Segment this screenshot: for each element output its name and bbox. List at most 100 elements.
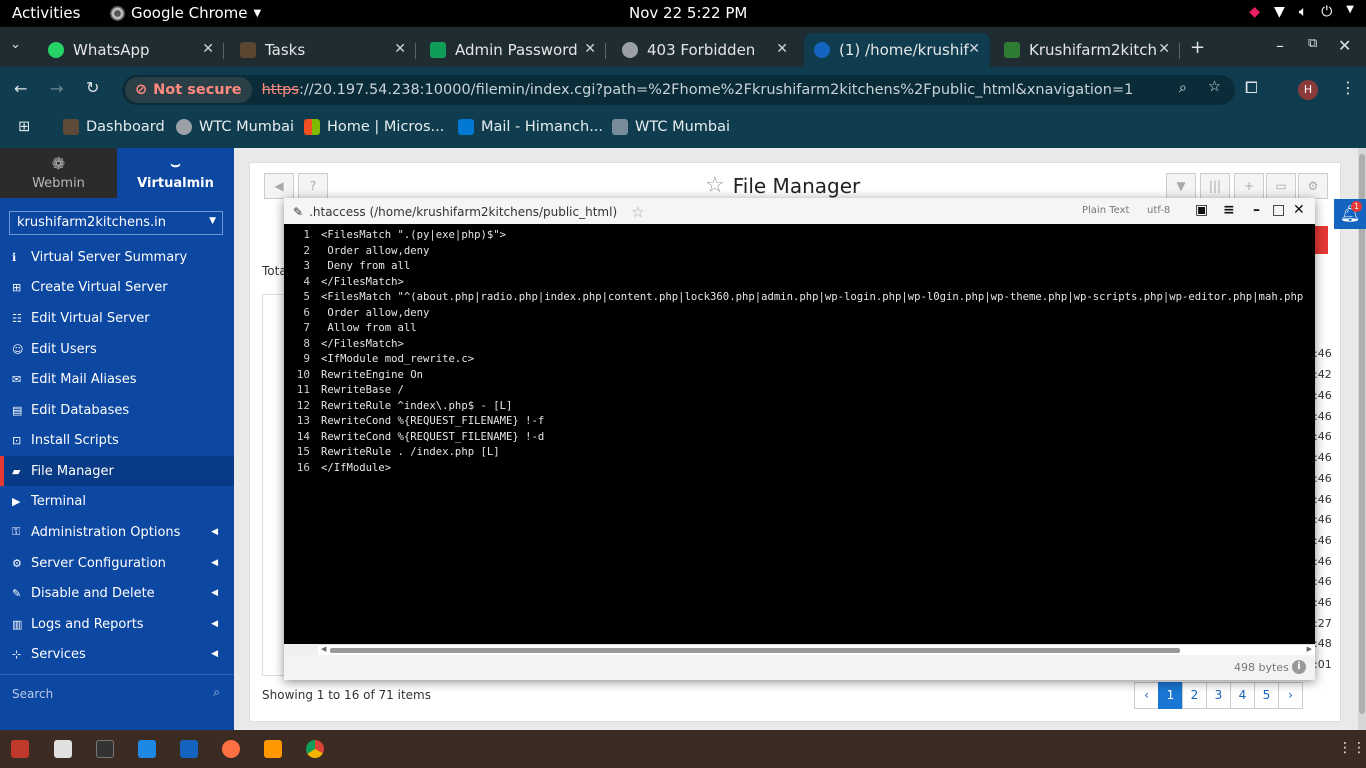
- sidebar-item-edit-mail-aliases[interactable]: ✉ Edit Mail Aliases: [0, 364, 234, 394]
- close-icon[interactable]: ✕: [1158, 41, 1170, 57]
- filter-button[interactable]: ▼: [1166, 173, 1196, 199]
- security-chip[interactable]: ⊘ Not secure: [125, 77, 252, 103]
- power-icon[interactable]: ⏻: [1321, 4, 1332, 20]
- sidebar-item-disable-and-delete[interactable]: ✎ Disable and Delete ◀: [0, 578, 234, 608]
- code-line[interactable]: RewriteCond %{REQUEST_FILENAME} !-f: [321, 415, 544, 427]
- sidebar-item-edit-databases[interactable]: ▤ Edit Databases: [0, 395, 234, 425]
- page-button-1[interactable]: 1: [1158, 682, 1183, 709]
- close-icon[interactable]: ✕: [394, 41, 406, 57]
- tab-file-manager[interactable]: (1) /home/krushif ✕: [804, 33, 990, 67]
- code-line[interactable]: RewriteCond %{REQUEST_FILENAME} !-d: [321, 431, 544, 443]
- notifications-button[interactable]: 🔔︎ 1: [1334, 199, 1366, 229]
- sidebar-item-services[interactable]: ⊹ Services ◀: [0, 639, 234, 669]
- code-line[interactable]: Allow from all: [321, 322, 416, 334]
- code-line[interactable]: RewriteRule ^index\.php$ - [L]: [321, 400, 512, 412]
- sidebar-item-administration-options[interactable]: ⚿ Administration Options ◀: [0, 517, 234, 547]
- tab-krushifarm[interactable]: Krushifarm2kitch ✕: [994, 33, 1180, 67]
- caret-down-icon[interactable]: ▼: [1346, 4, 1354, 20]
- url-text[interactable]: https://20.197.54.238:10000/filemin/inde…: [262, 82, 1134, 98]
- chrome-app-icon[interactable]: [306, 740, 324, 758]
- tab-webmin[interactable]: ❁ Webmin: [0, 148, 117, 198]
- code-line[interactable]: RewriteBase /: [321, 384, 404, 396]
- back-button[interactable]: ◀: [264, 173, 294, 199]
- help-button[interactable]: ?: [298, 173, 328, 199]
- terminal-app-icon[interactable]: [96, 740, 114, 758]
- sidebar-item-install-scripts[interactable]: ⊡ Install Scripts: [0, 425, 234, 455]
- code-line[interactable]: <FilesMatch ".(py|exe|php)$">: [321, 229, 506, 241]
- save-icon[interactable]: ▣: [1195, 202, 1208, 218]
- favorite-star-icon[interactable]: ☆: [631, 203, 644, 221]
- next-page-button[interactable]: ›: [1278, 682, 1303, 709]
- document-app-icon[interactable]: [180, 740, 198, 758]
- extensions-icon[interactable]: ⧠: [1245, 78, 1258, 98]
- sublime-app-icon[interactable]: [264, 740, 282, 758]
- domain-select[interactable]: krushifarm2kitchens.in ▼: [9, 211, 223, 235]
- code-line[interactable]: <FilesMatch "^(about.php|radio.php|index…: [321, 291, 1303, 303]
- bookmark-wtc-mumbai-2[interactable]: WTC Mumbai: [612, 119, 730, 135]
- sidebar-item-file-manager[interactable]: ▰ File Manager: [0, 456, 234, 486]
- minimize-button[interactable]: –: [1276, 36, 1284, 55]
- delete-button[interactable]: [1314, 226, 1328, 254]
- favorite-star-icon[interactable]: ☆: [705, 173, 725, 198]
- tab-tasks[interactable]: Tasks ✕: [230, 33, 416, 67]
- maximize-button[interactable]: ⧉: [1308, 36, 1317, 51]
- wifi-icon[interactable]: ▼: [1274, 4, 1285, 20]
- page-button-5[interactable]: 5: [1254, 682, 1279, 709]
- page-button-3[interactable]: 3: [1206, 682, 1231, 709]
- tab-admin-password[interactable]: Admin Password ✕: [420, 33, 606, 67]
- terminal-button[interactable]: ▭: [1266, 173, 1296, 199]
- page-button-2[interactable]: 2: [1182, 682, 1207, 709]
- maximize-icon[interactable]: □: [1272, 202, 1285, 218]
- activities-button[interactable]: Activities: [12, 4, 80, 22]
- close-icon[interactable]: ✕: [776, 41, 788, 57]
- sidebar-item-edit-virtual-server[interactable]: ☷ Edit Virtual Server: [0, 303, 234, 333]
- bookmark-wtc-mumbai[interactable]: WTC Mumbai: [176, 119, 294, 135]
- sidebar-search[interactable]: Search ⌕: [0, 674, 234, 714]
- editor-mode[interactable]: Plain Text: [1082, 205, 1129, 216]
- back-button[interactable]: ←: [14, 79, 27, 98]
- sidebar-item-server-configuration[interactable]: ⚙ Server Configuration ◀: [0, 548, 234, 578]
- files-app-icon[interactable]: [54, 740, 72, 758]
- tab-search-icon[interactable]: ⌄: [10, 37, 21, 52]
- code-line[interactable]: Deny from all: [321, 260, 410, 272]
- app-grid-icon[interactable]: ⋮⋮⋮: [1338, 740, 1366, 756]
- page-button-4[interactable]: 4: [1230, 682, 1255, 709]
- app-indicator-icon[interactable]: ◆: [1249, 4, 1260, 20]
- info-icon[interactable]: i: [1292, 660, 1306, 674]
- page-scrollbar[interactable]: [1358, 148, 1366, 730]
- menu-icon[interactable]: ⋮: [1340, 78, 1356, 97]
- code-line[interactable]: RewriteEngine On: [321, 369, 423, 381]
- sidebar-item-logs-and-reports[interactable]: ▥ Logs and Reports ◀: [0, 609, 234, 639]
- columns-button[interactable]: |||: [1200, 173, 1230, 199]
- clock[interactable]: Nov 22 5:22 PM: [629, 4, 747, 22]
- sidebar-item-create-virtual-server[interactable]: ⊞ Create Virtual Server: [0, 272, 234, 302]
- sidebar-item-edit-users[interactable]: ☺ Edit Users: [0, 334, 234, 364]
- close-window-button[interactable]: ✕: [1338, 36, 1351, 55]
- address-bar[interactable]: ⊘ Not secure https://20.197.54.238:10000…: [122, 75, 1235, 105]
- reload-button[interactable]: ↻: [86, 78, 99, 97]
- minimize-icon[interactable]: –: [1253, 202, 1260, 218]
- app-menu[interactable]: Google Chrome ▼: [110, 4, 261, 22]
- tab-whatsapp[interactable]: WhatsApp ✕: [38, 33, 224, 67]
- vscode-app-icon[interactable]: [138, 740, 156, 758]
- horizontal-scrollbar[interactable]: ◀ ▶: [318, 644, 1315, 655]
- code-line[interactable]: <IfModule mod_rewrite.c>: [321, 353, 474, 365]
- code-line[interactable]: RewriteRule . /index.php [L]: [321, 446, 500, 458]
- tab-403-forbidden[interactable]: 403 Forbidden ✕: [612, 33, 798, 67]
- close-icon[interactable]: ✕: [584, 41, 596, 57]
- add-button[interactable]: +: [1234, 173, 1264, 199]
- code-line[interactable]: Order allow,deny: [321, 307, 429, 319]
- tab-virtualmin[interactable]: ⌣ Virtualmin: [117, 148, 234, 198]
- bookmark-mail[interactable]: Mail - Himanch...: [458, 119, 603, 135]
- bookmark-microsoft[interactable]: Home | Micros...: [304, 119, 444, 135]
- apps-icon[interactable]: ⊞: [18, 119, 30, 135]
- code-line[interactable]: </FilesMatch>: [321, 338, 404, 350]
- firefox-app-icon[interactable]: [222, 740, 240, 758]
- code-line[interactable]: Order allow,deny: [321, 245, 429, 257]
- close-icon[interactable]: ✕: [202, 41, 214, 57]
- calendar-app-icon[interactable]: [11, 740, 29, 758]
- close-icon[interactable]: ✕: [1293, 202, 1305, 218]
- bookmark-dashboard[interactable]: Dashboard: [63, 119, 165, 135]
- zoom-icon[interactable]: ⌕: [1179, 80, 1187, 96]
- volume-icon[interactable]: 🔈︎: [1299, 4, 1307, 20]
